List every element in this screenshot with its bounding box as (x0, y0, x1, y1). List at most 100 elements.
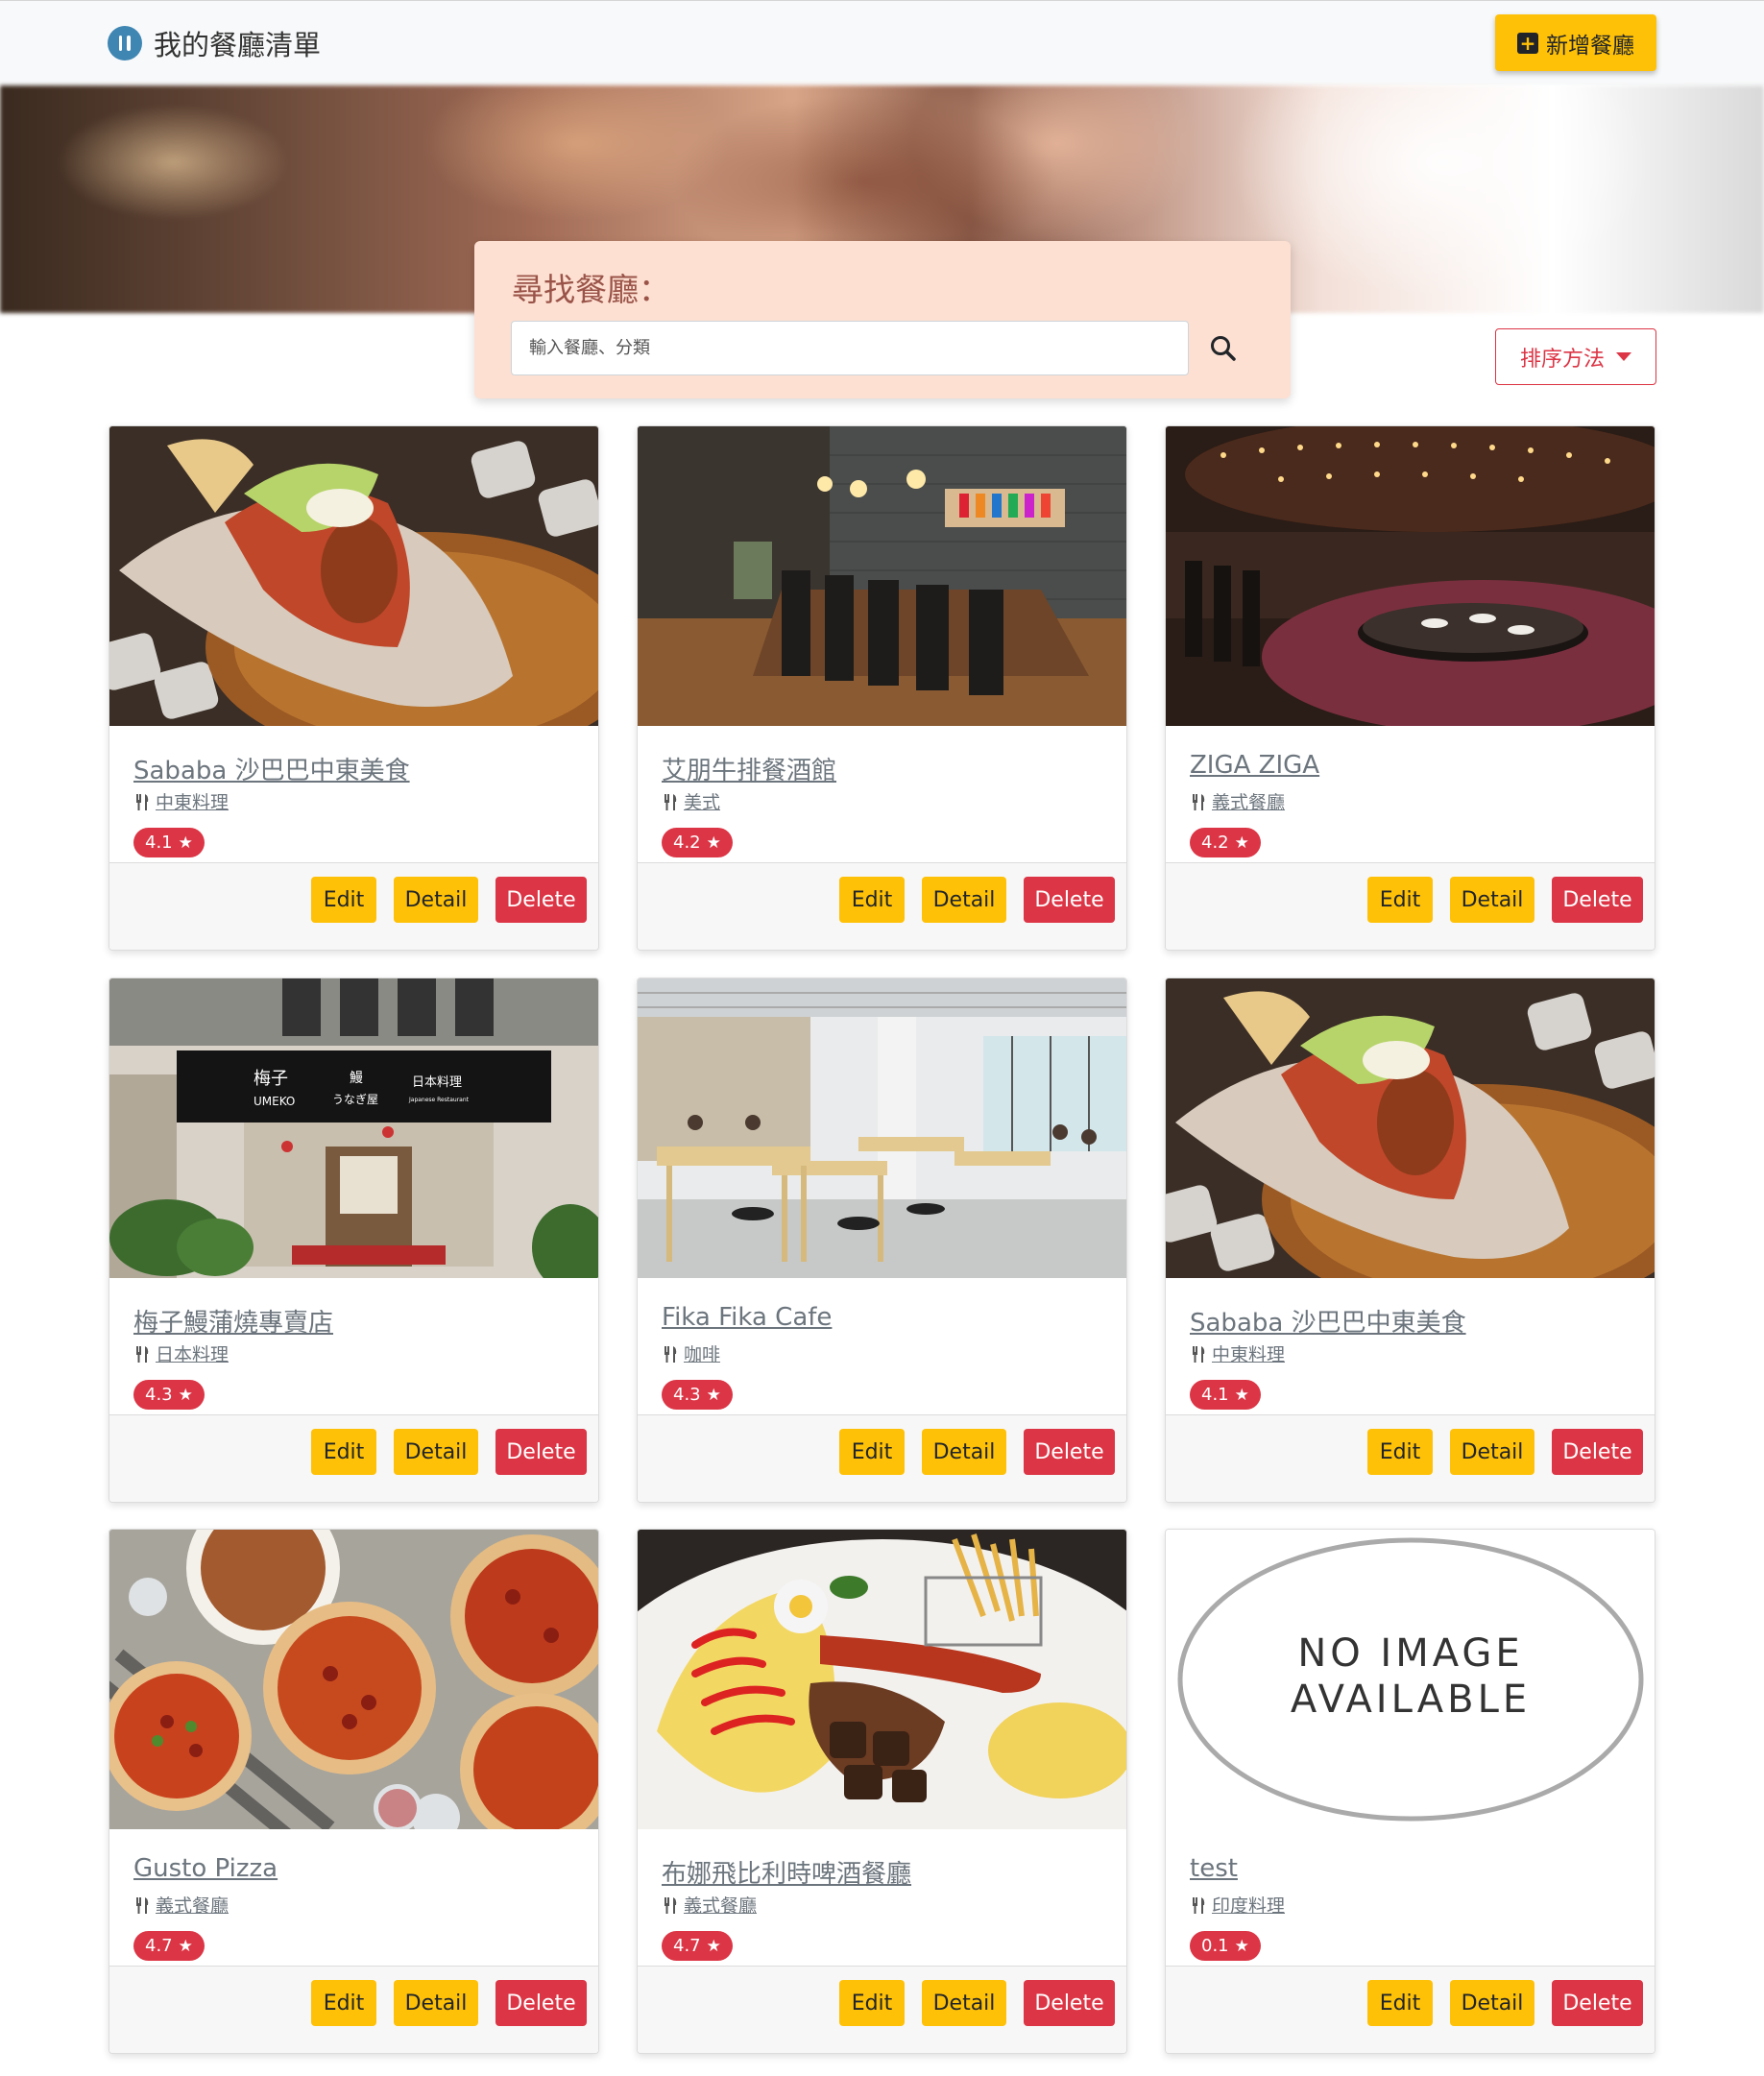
restaurant-name-link[interactable]: 梅子鰻蒲燒專賣店 (133, 1303, 333, 1339)
rating-badge: 4.7 ★ (662, 1931, 733, 1961)
restaurant-category[interactable]: 日本料理 (133, 1340, 229, 1366)
edit-button[interactable]: Edit (839, 1429, 905, 1475)
restaurant-image[interactable] (1166, 426, 1655, 734)
detail-button[interactable]: Detail (922, 877, 1006, 923)
delete-button[interactable]: Delete (495, 1429, 587, 1475)
edit-button[interactable]: Edit (311, 877, 376, 923)
delete-button[interactable]: Delete (1552, 1980, 1643, 2026)
utensils-icon (136, 1345, 149, 1363)
delete-button[interactable]: Delete (1024, 877, 1115, 923)
category-label: 義式餐廳 (1212, 792, 1286, 813)
star-icon: ★ (178, 1385, 193, 1405)
restaurant-name-link[interactable]: Sababa 沙巴巴中東美食 (133, 751, 410, 786)
utensils-icon (136, 1896, 149, 1914)
card-footer: Edit Detail Delete (638, 862, 1126, 950)
card-footer: Edit Detail Delete (1166, 1414, 1655, 1502)
restaurant-card: Sababa 沙巴巴中東美食 中東料理 4.1 ★ Edit Detail Delete (109, 425, 599, 951)
restaurant-card: 布娜飛比利時啤酒餐廳 義式餐廳 4.7 ★ Edit Detail Delete (637, 1529, 1127, 2054)
rating-badge: 4.1 ★ (1190, 1380, 1261, 1410)
restaurant-category[interactable]: 中東料理 (133, 788, 229, 814)
detail-button[interactable]: Detail (394, 1980, 478, 2026)
restaurant-image[interactable] (109, 426, 598, 762)
restaurant-category[interactable]: 義式餐廳 (1190, 788, 1285, 814)
restaurant-category[interactable]: 咖啡 (662, 1340, 720, 1366)
category-label: 咖啡 (684, 1344, 721, 1365)
card-body: 布娜飛比利時啤酒餐廳 義式餐廳 4.7 ★ (638, 1829, 1126, 1966)
delete-button[interactable]: Delete (495, 877, 587, 923)
edit-button[interactable]: Edit (839, 1980, 905, 2026)
card-footer: Edit Detail Delete (109, 1966, 598, 2053)
detail-button[interactable]: Detail (394, 1429, 478, 1475)
restaurant-image[interactable] (638, 426, 1126, 726)
edit-button[interactable]: Edit (839, 877, 905, 923)
edit-button[interactable]: Edit (1367, 1980, 1433, 2026)
brand-link[interactable]: 我的餐廳清單 (108, 22, 321, 64)
restaurant-name-link[interactable]: Gusto Pizza (133, 1854, 278, 1883)
category-label: 中東料理 (1212, 1344, 1286, 1365)
delete-button[interactable]: Delete (1024, 1429, 1115, 1475)
edit-button[interactable]: Edit (1367, 1429, 1433, 1475)
star-icon: ★ (706, 1936, 721, 1956)
add-restaurant-button[interactable]: + 新增餐廳 (1495, 14, 1656, 71)
restaurant-name-link[interactable]: Fika Fika Cafe (662, 1303, 832, 1332)
card-body: 艾朋牛排餐酒館美式 4.2 ★ (638, 726, 1126, 862)
restaurant-name-link[interactable]: ZIGA ZIGA (1190, 751, 1319, 780)
restaurant-image[interactable] (109, 1530, 598, 1852)
storefront-sign-cuisine: 日本料理 (412, 1075, 462, 1090)
star-icon: ★ (178, 833, 193, 853)
star-icon: ★ (706, 833, 721, 853)
restaurant-category[interactable]: 美式 (662, 788, 720, 814)
edit-button[interactable]: Edit (1367, 877, 1433, 923)
restaurant-name-link[interactable]: test (1190, 1854, 1238, 1883)
rating-badge: 4.2 ★ (662, 828, 733, 857)
search-input[interactable]: 輸入餐廳、分類 (511, 321, 1189, 375)
restaurant-image[interactable] (638, 1530, 1126, 1904)
restaurant-image[interactable]: 梅子 UMEKO 鰻 うなぎ屋 日本料理 Japanese Restaurant (109, 978, 598, 1291)
star-icon: ★ (178, 1936, 193, 1956)
detail-button[interactable]: Detail (1450, 877, 1534, 923)
category-label: 美式 (684, 792, 721, 813)
search-icon[interactable] (1208, 333, 1239, 364)
card-body: ZIGA ZIGA 義式餐廳 4.2 ★ (1166, 726, 1655, 862)
restaurant-image[interactable] (638, 978, 1126, 1278)
search-panel: 尋找餐廳： 輸入餐廳、分類 (474, 241, 1291, 398)
delete-button[interactable]: Delete (1552, 877, 1643, 923)
restaurant-category[interactable]: 中東料理 (1190, 1340, 1285, 1366)
detail-button[interactable]: Detail (1450, 1429, 1534, 1475)
rating-badge: 4.3 ★ (133, 1380, 205, 1410)
detail-button[interactable]: Detail (1450, 1980, 1534, 2026)
restaurant-category[interactable]: 印度料理 (1190, 1892, 1285, 1918)
plus-square-icon: + (1517, 32, 1538, 54)
search-title: 尋找餐廳： (512, 271, 670, 308)
detail-button[interactable]: Detail (394, 877, 478, 923)
restaurant-image[interactable] (1166, 978, 1655, 1315)
delete-button[interactable]: Delete (1024, 1980, 1115, 2026)
detail-button[interactable]: Detail (922, 1980, 1006, 2026)
utensils-icon (136, 793, 149, 810)
restaurant-category[interactable]: 義式餐廳 (133, 1892, 229, 1918)
restaurant-name-link[interactable]: 艾朋牛排餐酒館 (662, 751, 836, 786)
card-body: Sababa 沙巴巴中東美食 中東料理 4.1 ★ (109, 726, 598, 862)
edit-button[interactable]: Edit (311, 1980, 376, 2026)
restaurant-name-link[interactable]: 布娜飛比利時啤酒餐廳 (662, 1854, 911, 1890)
delete-button[interactable]: Delete (1552, 1429, 1643, 1475)
utensils-icon (1193, 1896, 1205, 1914)
card-footer: Edit Detail Delete (1166, 862, 1655, 950)
card-body: test 印度料理 0.1 ★ (1166, 1829, 1655, 1966)
card-footer: Edit Detail Delete (638, 1966, 1126, 2053)
restaurant-image[interactable]: NO IMAGE AVAILABLE (1166, 1530, 1655, 1829)
rating-value: 4.3 (145, 1385, 173, 1405)
rating-badge: 4.7 ★ (133, 1931, 205, 1961)
storefront-sign-eel-kana: うなぎ屋 (332, 1093, 378, 1106)
no-image-line-1: NO IMAGE (1297, 1631, 1523, 1676)
utensils-icon (1193, 793, 1205, 810)
edit-button[interactable]: Edit (311, 1429, 376, 1475)
detail-button[interactable]: Detail (922, 1429, 1006, 1475)
card-footer: Edit Detail Delete (109, 862, 598, 950)
delete-button[interactable]: Delete (495, 1980, 587, 2026)
restaurant-category[interactable]: 義式餐廳 (662, 1892, 757, 1918)
utensils-icon (1193, 1345, 1205, 1363)
sort-dropdown-button[interactable]: 排序方法 (1495, 328, 1656, 385)
restaurant-name-link[interactable]: Sababa 沙巴巴中東美食 (1190, 1303, 1466, 1339)
storefront-sign-cuisine-en: Japanese Restaurant (408, 1097, 470, 1103)
